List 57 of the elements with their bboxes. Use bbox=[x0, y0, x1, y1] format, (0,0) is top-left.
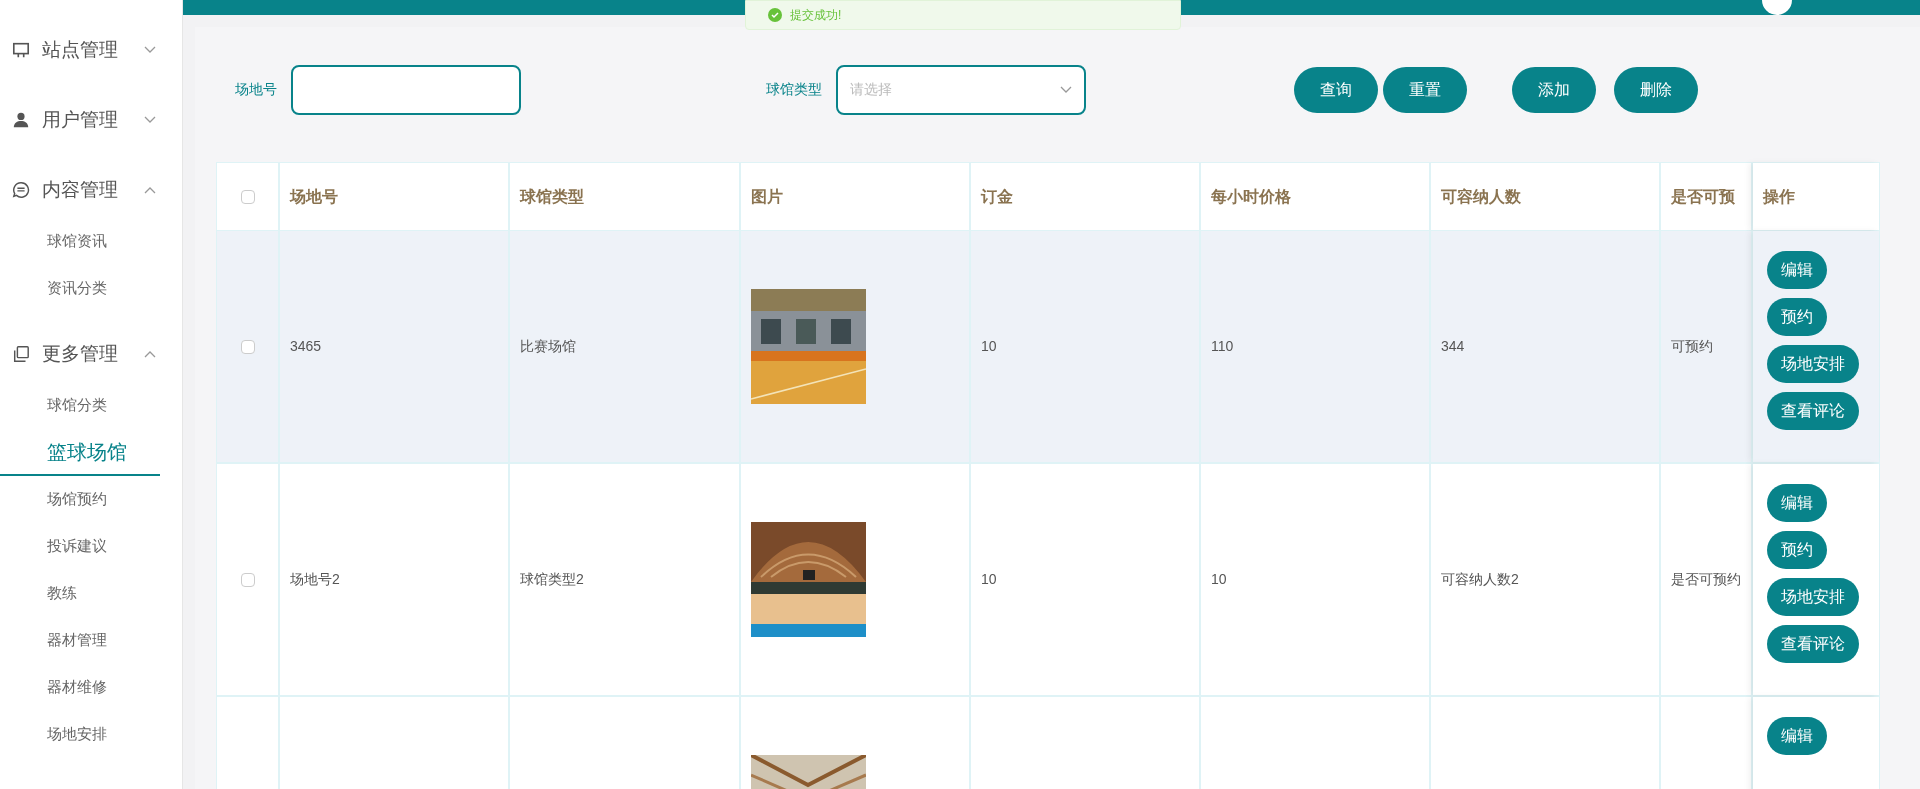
menu-item[interactable]: 球馆资讯 bbox=[0, 218, 182, 265]
toast-message: 提交成功! bbox=[790, 7, 842, 24]
input-field[interactable] bbox=[291, 64, 521, 115]
toolbar-button[interactable]: 重置 bbox=[1383, 66, 1467, 113]
menu-item[interactable]: 投诉建议 bbox=[0, 523, 182, 570]
table-cell-text: 可容纳人数2 bbox=[1441, 570, 1519, 589]
table-cell-text: 10 bbox=[1211, 570, 1227, 589]
row-action-button[interactable]: 编辑 bbox=[1767, 251, 1827, 289]
table-cell-text: 110 bbox=[1211, 337, 1234, 356]
table-cell-text: 场地号2 bbox=[290, 570, 340, 589]
menu-item[interactable]: 教练 bbox=[0, 570, 182, 617]
table-cell-text: 3465 bbox=[290, 337, 322, 356]
chevron-down-icon bbox=[144, 116, 156, 124]
user-icon bbox=[12, 111, 30, 129]
monitor-icon bbox=[12, 41, 30, 59]
toolbar-button[interactable]: 删除 bbox=[1614, 66, 1698, 113]
chat-icon bbox=[12, 181, 30, 199]
table-cell-text: 球馆类型2 bbox=[520, 570, 584, 589]
table-cell-text: 10 bbox=[981, 337, 997, 356]
menu-item[interactable]: 器材维修 bbox=[0, 664, 182, 711]
menu-item[interactable]: 篮球场馆 bbox=[0, 429, 160, 476]
success-icon bbox=[768, 8, 782, 22]
menu-item[interactable]: 场地安排 bbox=[0, 711, 182, 758]
row-action-button[interactable]: 预约 bbox=[1767, 531, 1827, 569]
table-cell-text: 可预约 bbox=[1671, 337, 1713, 356]
checkbox[interactable] bbox=[240, 339, 255, 354]
row-action-button[interactable]: 编辑 bbox=[1767, 717, 1827, 755]
menu-item[interactable]: 器材管理 bbox=[0, 617, 182, 664]
chevron-up-icon bbox=[144, 350, 156, 358]
field-label: 场地号 bbox=[235, 80, 277, 99]
menu-group[interactable]: 内容管理 bbox=[0, 172, 182, 208]
menu-group[interactable]: 更多管理 bbox=[0, 336, 182, 372]
menu-group[interactable]: 站点管理 bbox=[0, 32, 182, 68]
menu-item[interactable]: 资讯分类 bbox=[0, 265, 182, 312]
field-label: 球馆类型 bbox=[766, 80, 822, 99]
copy-icon bbox=[12, 345, 30, 363]
menu-item[interactable]: 场馆预约 bbox=[0, 476, 182, 523]
row-action-button[interactable]: 编辑 bbox=[1767, 484, 1827, 522]
row-action-button[interactable]: 查看评论 bbox=[1767, 392, 1859, 430]
row-action-button[interactable]: 查看评论 bbox=[1767, 625, 1859, 663]
table-cell-text: 10 bbox=[981, 570, 997, 589]
menu-group[interactable]: 用户管理 bbox=[0, 102, 182, 138]
table-cell-text: 是否可预约 bbox=[1671, 570, 1741, 589]
checkbox[interactable] bbox=[240, 189, 255, 204]
table-cell-text: 344 bbox=[1441, 337, 1465, 356]
table-cell-text: 比赛场馆 bbox=[520, 337, 576, 356]
row-action-button[interactable]: 预约 bbox=[1767, 298, 1827, 336]
checkbox[interactable] bbox=[240, 572, 255, 587]
column-header: 操作 bbox=[1753, 163, 1879, 230]
chevron-down-icon bbox=[144, 46, 156, 54]
row-action-button[interactable]: 场地安排 bbox=[1767, 578, 1859, 616]
chevron-down-icon bbox=[1060, 85, 1072, 94]
row-action-button[interactable]: 场地安排 bbox=[1767, 345, 1859, 383]
toolbar-button[interactable]: 添加 bbox=[1512, 66, 1596, 113]
chevron-up-icon bbox=[144, 186, 156, 194]
menu-item[interactable]: 球馆分类 bbox=[0, 382, 182, 429]
toolbar-button[interactable]: 查询 bbox=[1294, 66, 1378, 113]
